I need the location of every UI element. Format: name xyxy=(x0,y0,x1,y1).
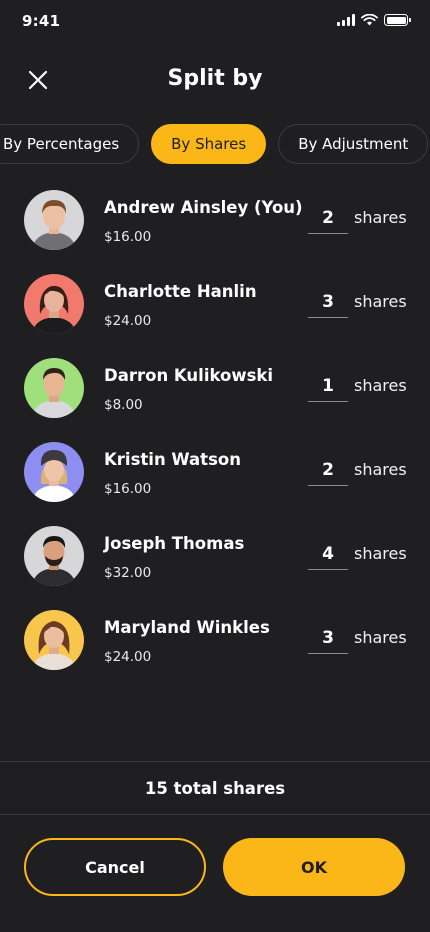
tab-by-shares[interactable]: By Shares xyxy=(151,124,267,164)
status-icons xyxy=(337,14,411,26)
divider xyxy=(0,814,430,815)
avatar xyxy=(24,190,84,250)
person-name: Darron Kulikowski xyxy=(104,366,274,385)
list-item: Darron Kulikowski $8.00 1 shares xyxy=(0,354,430,438)
shares-label: shares xyxy=(354,208,407,227)
cancel-button[interactable]: Cancel xyxy=(24,838,206,896)
status-time: 9:41 xyxy=(22,12,61,30)
list-item: Maryland Winkles $24.00 3 shares xyxy=(0,606,430,690)
shares-input[interactable]: 3 xyxy=(308,290,348,318)
shares-label: shares xyxy=(354,376,407,395)
ok-button[interactable]: OK xyxy=(223,838,405,896)
shares-label: shares xyxy=(354,544,407,563)
avatar xyxy=(24,610,84,670)
person-name: Andrew Ainsley (You) xyxy=(104,198,303,217)
status-bar: 9:41 xyxy=(0,0,430,44)
tab-by-percentages[interactable]: By Percentages xyxy=(0,124,140,164)
person-amount: $16.00 xyxy=(104,481,152,497)
list-item: Andrew Ainsley (You) $16.00 2 shares xyxy=(0,186,430,270)
total-shares: 15 total shares xyxy=(144,778,286,798)
person-name: Charlotte Hanlin xyxy=(104,282,257,301)
split-method-tabs: By Percentages By Shares By Adjustment xyxy=(0,124,429,164)
person-amount: $16.00 xyxy=(104,229,152,245)
person-amount: $32.00 xyxy=(104,565,152,581)
shares-input[interactable]: 2 xyxy=(308,458,348,486)
avatar xyxy=(24,274,84,334)
page-title: Split by xyxy=(167,66,263,91)
person-amount: $24.00 xyxy=(104,649,152,665)
shares-label: shares xyxy=(354,292,407,311)
shares-input[interactable]: 4 xyxy=(308,542,348,570)
participants-list: Andrew Ainsley (You) $16.00 2 shares Cha… xyxy=(0,186,430,690)
list-item: Joseph Thomas $32.00 4 shares xyxy=(0,522,430,606)
header: Split by xyxy=(0,58,430,102)
shares-input[interactable]: 2 xyxy=(308,206,348,234)
person-amount: $24.00 xyxy=(104,313,152,329)
list-item: Kristin Watson $16.00 2 shares xyxy=(0,438,430,522)
tab-by-adjustment[interactable]: By Adjustment xyxy=(278,124,429,164)
wifi-icon xyxy=(361,14,378,26)
avatar xyxy=(24,526,84,586)
shares-input[interactable]: 3 xyxy=(308,626,348,654)
battery-icon xyxy=(384,14,411,26)
shares-label: shares xyxy=(354,460,407,479)
person-name: Maryland Winkles xyxy=(104,618,270,637)
shares-input[interactable]: 1 xyxy=(308,374,348,402)
shares-label: shares xyxy=(354,628,407,647)
signal-icon xyxy=(337,14,355,26)
person-name: Joseph Thomas xyxy=(104,534,245,553)
avatar xyxy=(24,358,84,418)
avatar xyxy=(24,442,84,502)
person-amount: $8.00 xyxy=(104,397,143,413)
person-name: Kristin Watson xyxy=(104,450,241,469)
list-item: Charlotte Hanlin $24.00 3 shares xyxy=(0,270,430,354)
